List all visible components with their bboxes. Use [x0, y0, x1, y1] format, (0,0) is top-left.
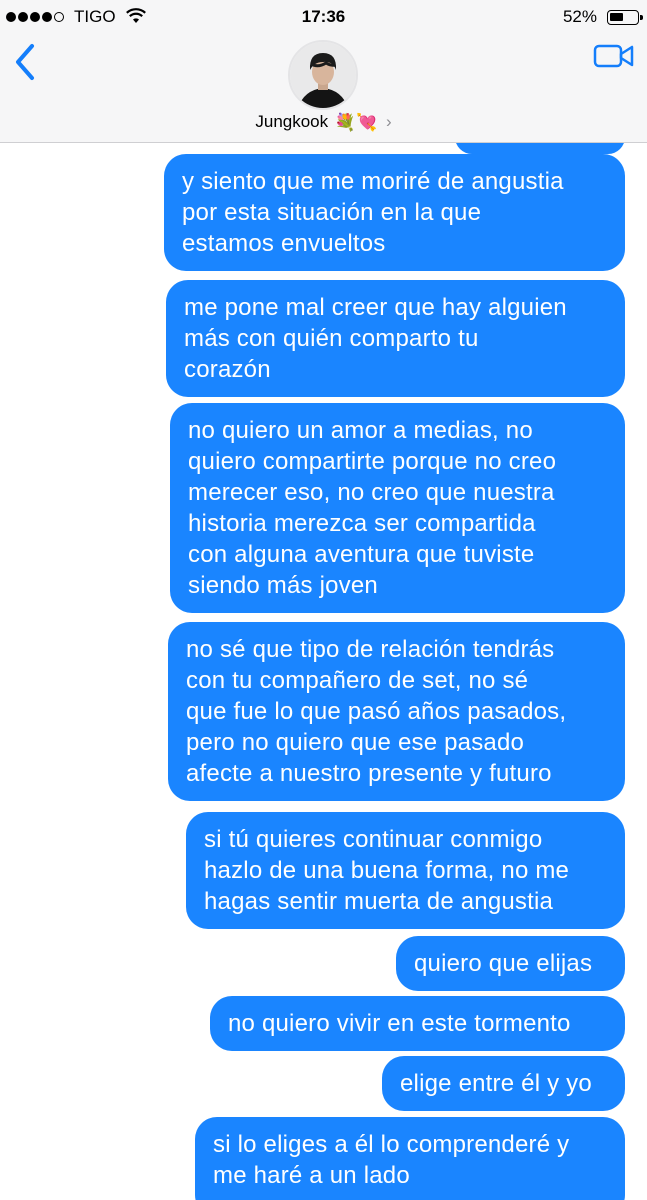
- chevron-right-icon: ›: [385, 112, 392, 131]
- message-bubble[interactable]: me pone mal creer que hay alguien más co…: [166, 280, 625, 397]
- chevron-left-icon: [16, 44, 34, 80]
- status-bar: TIGO 17:36 52%: [0, 0, 647, 36]
- contact-photo: [290, 42, 356, 108]
- battery-icon: [607, 10, 643, 25]
- battery-level: [610, 13, 623, 21]
- chat-header: TIGO 17:36 52% Jungkook 💐💘 ›: [0, 0, 647, 143]
- back-button[interactable]: [10, 42, 44, 82]
- message-bubble[interactable]: no quiero un amor a medias, no quiero co…: [170, 403, 625, 613]
- message-bubble[interactable]: y siento que me moriré de angustia por e…: [164, 154, 625, 271]
- status-time: 17:36: [301, 7, 346, 26]
- video-camera-icon: [593, 44, 634, 68]
- message-bubble[interactable]: si lo eliges a él lo comprenderé y me ha…: [195, 1117, 625, 1200]
- chat-screen: y siento que me moriré de angustia por e…: [0, 0, 647, 1200]
- message-bubble[interactable]: no quiero vivir en este tormento: [210, 996, 625, 1051]
- contact-name: Jungkook: [255, 112, 329, 131]
- message-bubble[interactable]: no sé que tipo de relación tendrás con t…: [168, 622, 625, 801]
- contact-emoji: 💐💘: [334, 112, 378, 132]
- contact-name-row[interactable]: Jungkook 💐💘 ›: [0, 112, 647, 133]
- contact-avatar[interactable]: [288, 40, 358, 110]
- video-call-button[interactable]: [593, 42, 635, 70]
- message-bubble[interactable]: quiero que elijas: [396, 936, 625, 991]
- message-bubble[interactable]: si tú quieres continuar conmigo hazlo de…: [186, 812, 625, 929]
- message-bubble[interactable]: elige entre él y yo: [382, 1056, 625, 1111]
- battery-percent: 52%: [562, 7, 597, 26]
